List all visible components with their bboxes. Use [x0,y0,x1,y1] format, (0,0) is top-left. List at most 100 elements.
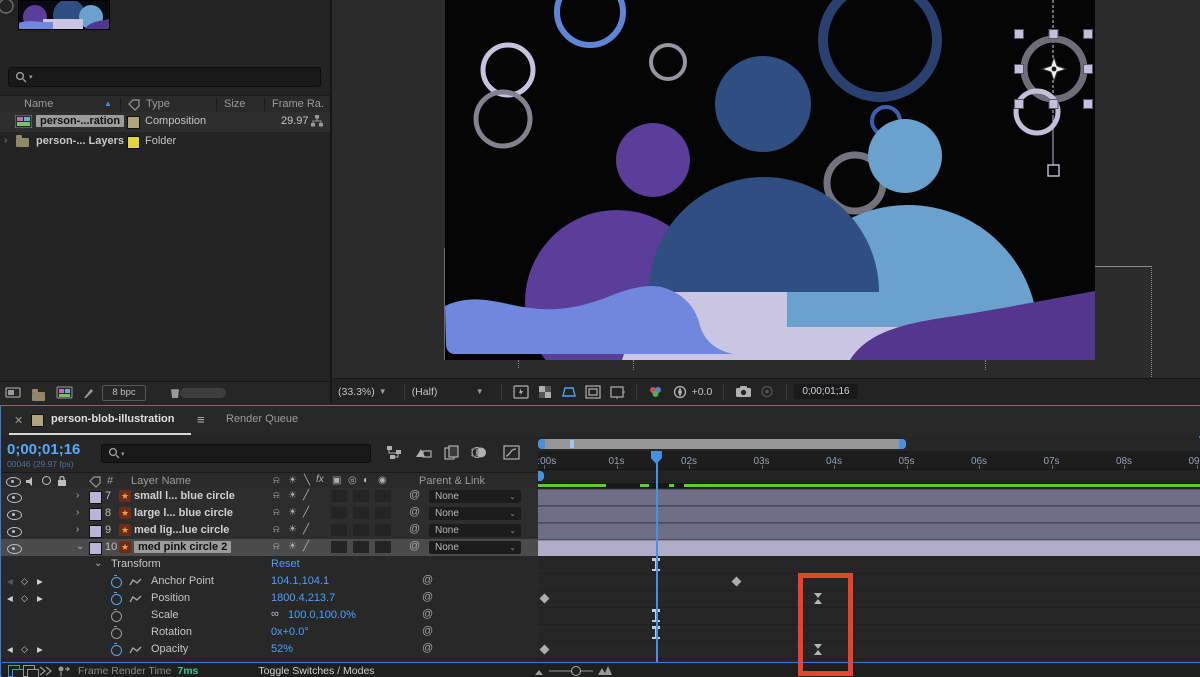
switch-cell[interactable] [353,490,369,502]
property-pickwhip-icon[interactable]: @ [422,625,433,637]
chevron-down-icon[interactable]: ⌄ [509,541,516,554]
property-row-rotation[interactable]: Rotation0x+0.0°@ [1,624,538,642]
switch-cell[interactable] [353,541,369,553]
layer-visibility-eye-icon[interactable] [7,527,22,537]
parent-link-dropdown[interactable]: None⌄ [429,507,521,520]
property-name[interactable]: Anchor Point [151,575,214,587]
layer-label-swatch[interactable] [89,525,102,538]
selection-handle[interactable] [1084,100,1093,109]
draft-icon[interactable] [23,665,35,677]
property-row-anchor[interactable]: ◀◇▶Anchor Point104.1,104.1@ [1,573,538,591]
graph-overlay-icon[interactable] [129,645,142,655]
layer-duration-bar[interactable] [538,523,1200,540]
playhead-line[interactable] [656,462,658,662]
chevron-down-icon[interactable]: ▼ [379,387,387,396]
property-value[interactable]: 100.0,100.0% [288,609,356,621]
exposure-aperture-icon[interactable] [670,384,690,400]
layer-row[interactable]: ›8★large l... blue circle⍾☀╱@None⌄ [1,505,538,523]
quality-switch[interactable]: ☀ [288,541,297,552]
property-pickwhip-icon[interactable]: @ [422,642,433,654]
switch-cell[interactable] [331,524,347,536]
effects-column-icon[interactable]: fx [316,474,324,485]
work-area-end-handle[interactable] [899,439,906,449]
sort-ascending-icon[interactable]: ▲ [104,99,112,108]
next-keyframe-arrow[interactable]: ▶ [37,645,43,654]
frame-blend-column-icon[interactable]: ▣ [332,475,341,486]
artwork-circle[interactable] [868,119,942,193]
shy-switch[interactable]: ⍾ [273,507,280,518]
graph-overlay-icon[interactable] [129,577,142,587]
property-value[interactable]: 1800.4,213.7 [271,592,335,604]
exposure-value[interactable]: +0.0 [692,386,713,398]
brush-icon[interactable] [82,386,96,400]
stopwatch-icon[interactable] [111,577,122,588]
parent-link-dropdown[interactable]: None⌄ [429,541,521,554]
channels-rgb-icon[interactable] [646,384,666,400]
fast-preview-icon[interactable] [511,384,531,400]
expander-icon[interactable]: › [4,135,7,146]
label-swatch[interactable] [127,136,140,149]
column-number[interactable]: # [107,475,113,487]
quality-column-icon[interactable]: ☀ [288,475,297,486]
transform-group-row[interactable]: ⌄TransformReset [1,556,538,574]
transform-reset-button[interactable]: Reset [271,558,300,570]
time-ruler[interactable]: 0:00s01s02s03s04s05s06s07s08s09s [538,451,1200,470]
live-update-icon[interactable] [8,665,20,677]
graph-editor-icon[interactable] [501,444,521,460]
new-composition-icon[interactable] [56,386,74,400]
property-value[interactable]: 104.1,104.1 [271,575,329,587]
selection-handle[interactable] [1015,100,1024,109]
selection-handle[interactable] [1084,30,1093,39]
tab-composition[interactable]: person-blob-illustration [51,413,174,425]
region-of-interest-icon[interactable] [583,384,603,400]
rasterize-switch[interactable]: ╱ [303,490,309,501]
layer-row[interactable]: ›9★med lig...lue circle⍾☀╱@None⌄ [1,522,538,540]
frame-blending-icon[interactable] [442,444,462,460]
layer-duration-bar[interactable] [538,489,1200,506]
parent-pickwhip-icon[interactable]: @ [409,506,420,518]
collapse-icon[interactable]: ⌄ [94,558,102,569]
layer-visibility-eye-icon[interactable] [7,544,22,554]
layer-name[interactable]: small l... blue circle [134,490,235,502]
selection-handle[interactable] [1049,30,1058,39]
property-name[interactable]: Scale [151,609,179,621]
resolution-select[interactable]: (Half) [412,386,472,398]
prev-keyframe-arrow[interactable]: ◀ [7,594,13,603]
bit-depth-button[interactable]: 8 bpc [102,385,146,401]
rasterize-column-icon[interactable]: ╲ [304,475,310,486]
shy-toggle-icon[interactable] [56,665,70,677]
stopwatch-icon[interactable] [111,628,122,639]
column-name[interactable]: Name [24,98,53,110]
property-row-position[interactable]: ◀◇▶Position1800.4,213.7@ [1,590,538,608]
switch-cell[interactable] [331,507,347,519]
layer-duration-bar[interactable] [538,506,1200,523]
property-row-scale[interactable]: Scale∞100.0,100.0%@ [1,607,538,625]
artwork-circle[interactable] [715,56,811,152]
layer-label-swatch[interactable] [89,508,102,521]
switch-cell[interactable] [353,507,369,519]
layer-name[interactable]: large l... blue circle [134,507,233,519]
expand-icon[interactable]: › [76,490,79,501]
parent-link-dropdown[interactable]: None⌄ [429,524,521,537]
composition-flowchart-icon[interactable] [384,444,404,460]
prev-keyframe-arrow[interactable]: ◀ [7,645,13,654]
parent-pickwhip-icon[interactable]: @ [409,489,420,501]
snapshot-camera-icon[interactable] [733,384,753,400]
parent-pickwhip-icon[interactable]: @ [409,523,420,535]
shy-column-icon[interactable]: ⍾ [273,475,280,486]
composition-canvas[interactable] [445,0,1095,360]
audio-column-icon[interactable] [25,476,36,487]
zoom-slider-knob[interactable] [571,666,581,676]
next-keyframe-arrow[interactable]: ▶ [37,594,43,603]
layer-visibility-eye-icon[interactable] [7,510,22,520]
add-keyframe-diamond[interactable]: ◇ [21,593,28,604]
switch-cell[interactable] [375,541,391,553]
panel-scrollbar-thumb[interactable] [180,388,226,398]
magnification-select[interactable]: (33.3%) [338,386,375,398]
switch-cell[interactable] [353,524,369,536]
adjustment-column-icon[interactable]: ◐ [363,475,369,486]
rasterize-switch[interactable]: ╱ [303,541,309,552]
project-row[interactable]: ›person-... LayersFolder [0,132,330,152]
chevron-down-icon[interactable]: ⌄ [509,490,516,503]
project-row[interactable]: person-...rationComposition29.97 [0,112,330,132]
